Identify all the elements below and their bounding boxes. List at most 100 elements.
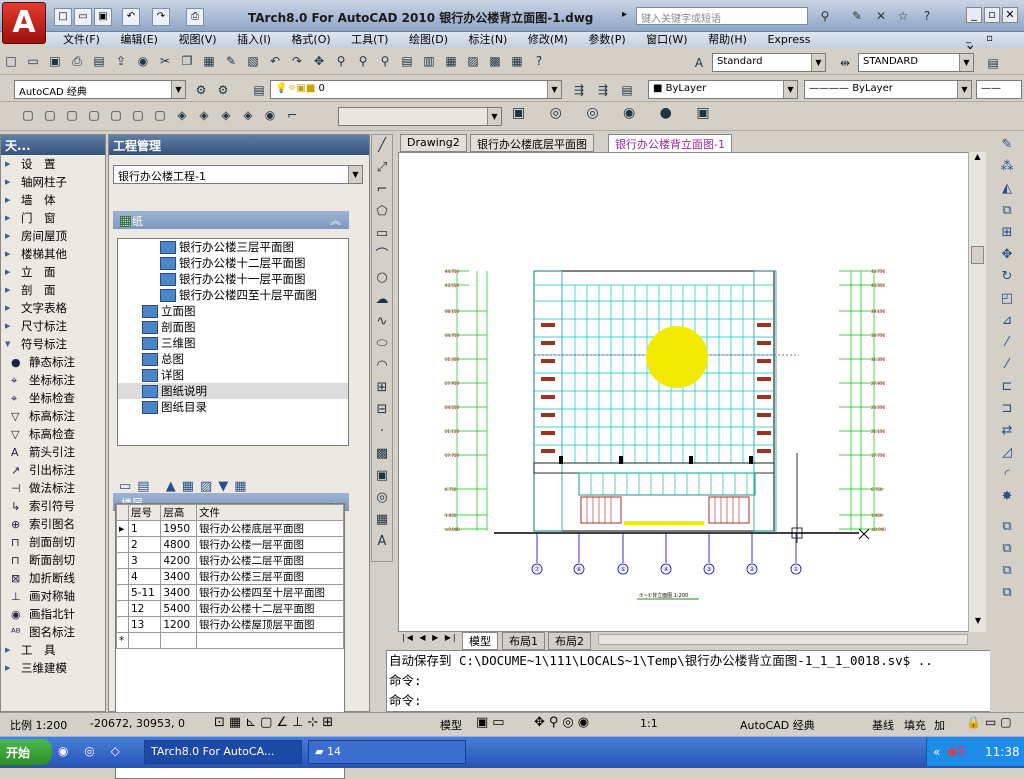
- tarch-cmd-elevation-check[interactable]: ▽ 标高检查: [1, 425, 105, 443]
- spline-icon[interactable]: ∿: [372, 311, 392, 333]
- tarch-item-room-roof[interactable]: ▶ 房间屋顶: [1, 227, 105, 245]
- torus-icon[interactable]: ▢: [106, 105, 126, 125]
- draworder-under-icon[interactable]: ⧉: [990, 582, 1024, 604]
- explode-icon[interactable]: ✸: [990, 486, 1024, 508]
- workspace-switch[interactable]: AutoCAD 经典: [740, 717, 815, 733]
- help-icon[interactable]: ?: [918, 8, 936, 25]
- menu-format[interactable]: 格式(O): [291, 32, 330, 48]
- offset-icon[interactable]: ⧉: [990, 200, 1024, 222]
- tray-expand-icon[interactable]: «: [933, 745, 940, 759]
- tarch-item-door-window[interactable]: ▶ 门 窗: [1, 209, 105, 227]
- tarch-cmd-north-arrow[interactable]: ◉ 画指北针: [1, 605, 105, 623]
- status-tray-icons[interactable]: 🔒▭▢: [966, 715, 1016, 729]
- chevron-down-icon[interactable]: ▼: [171, 81, 185, 98]
- plot-icon[interactable]: ⎙: [67, 51, 87, 71]
- help-toolbar-icon[interactable]: ?: [529, 51, 549, 71]
- insert-block-icon[interactable]: ⊞: [372, 377, 392, 399]
- navigation-tools[interactable]: ✥⚲◎◉: [534, 715, 593, 730]
- tarch-cmd-symmetry-axis[interactable]: ⊥ 画对称轴: [1, 587, 105, 605]
- layer-manager-icon[interactable]: ▤: [249, 80, 269, 100]
- zoom-previous-icon[interactable]: ⚲: [375, 51, 395, 71]
- layer-previous-icon[interactable]: ⇶: [593, 80, 613, 100]
- tarch-cmd-coord-check[interactable]: ⌖ 坐标检查: [1, 389, 105, 407]
- erase-icon[interactable]: ✎: [990, 134, 1024, 156]
- color-select[interactable]: ■ ByLayer ▼: [648, 80, 798, 99]
- pan-icon[interactable]: ✥: [309, 51, 329, 71]
- wedge-icon[interactable]: ▢: [128, 105, 148, 125]
- named-view-select[interactable]: ▼: [338, 107, 502, 126]
- close-icon[interactable]: ✕: [1002, 7, 1018, 23]
- tarch-cmd-coord-mark[interactable]: ⌖ 坐标标注: [1, 371, 105, 389]
- cylinder-icon[interactable]: ▢: [40, 105, 60, 125]
- table-row[interactable]: 2 4800 银行办公楼一层平面图: [116, 536, 345, 553]
- drawings-section-header[interactable]: 图纸 ︽: [113, 211, 349, 229]
- presspull-icon[interactable]: ◉: [260, 105, 280, 125]
- block-editor-icon[interactable]: ▧: [243, 51, 263, 71]
- mirror-icon[interactable]: ◭: [990, 178, 1024, 200]
- undo-icon[interactable]: ↶: [122, 8, 140, 26]
- tab-rear-elevation[interactable]: 银行办公楼背立面图-1: [608, 134, 732, 152]
- properties-icon[interactable]: ▤: [397, 51, 417, 71]
- tarch-item-settings[interactable]: ▶ 设 置: [1, 155, 105, 173]
- tab-ground-floor-plan[interactable]: 银行办公楼底层平面图: [470, 134, 594, 152]
- paste-icon[interactable]: ▦: [199, 51, 219, 71]
- minimize-icon[interactable]: _: [966, 7, 982, 23]
- draworder-back-icon[interactable]: ⧉: [990, 538, 1024, 560]
- loft-icon[interactable]: ◈: [238, 105, 258, 125]
- restore-icon[interactable]: ▫: [984, 7, 1000, 23]
- menu-draw[interactable]: 绘图(D): [409, 32, 448, 48]
- chevron-down-icon[interactable]: ▼: [348, 166, 362, 183]
- tab-layout2[interactable]: 布局2: [548, 632, 591, 650]
- tarch-cmd-section-cut[interactable]: ⊓ 剖面剖切: [1, 533, 105, 551]
- preview-icon[interactable]: ▤: [89, 51, 109, 71]
- menu-modify[interactable]: 修改(M): [528, 32, 568, 48]
- make-block-icon[interactable]: ⊟: [372, 399, 392, 421]
- tarch-item-section[interactable]: ▶ 剖 面: [1, 281, 105, 299]
- table-icon[interactable]: ▦: [372, 509, 392, 531]
- tarch-cmd-elevation-mark[interactable]: ▽ 标高标注: [1, 407, 105, 425]
- tarch-cmd-index-name[interactable]: ⊕ 索引图名: [1, 515, 105, 533]
- workspace-select[interactable]: AutoCAD 经典 ▼: [14, 80, 186, 99]
- render-tools[interactable]: ▣ ◎ ◎ ◉ ● ▣: [512, 105, 720, 121]
- calculator-icon[interactable]: ▦: [507, 51, 527, 71]
- extrude-icon[interactable]: ◈: [172, 105, 192, 125]
- draworder-above-icon[interactable]: ⧉: [990, 560, 1024, 582]
- fillet-icon[interactable]: ◜: [990, 464, 1024, 486]
- gradient-icon[interactable]: ▣: [372, 465, 392, 487]
- tray-app-icon[interactable]: ◉S: [947, 744, 965, 758]
- task-autocad[interactable]: TArch8.0 For AutoCA...: [144, 740, 302, 764]
- stretch-icon[interactable]: ⊿: [990, 310, 1024, 332]
- collapse-icon[interactable]: ︽: [330, 212, 341, 228]
- open-icon[interactable]: ▭: [23, 51, 43, 71]
- revolve-icon[interactable]: ◈: [194, 105, 214, 125]
- tree-node-site[interactable]: 总图: [118, 351, 348, 367]
- match-prop-icon[interactable]: ✎: [221, 51, 241, 71]
- circle-icon[interactable]: ○: [372, 267, 392, 289]
- tree-node-catalog[interactable]: 图纸目录: [118, 399, 348, 415]
- point-icon[interactable]: ·: [372, 421, 392, 443]
- tree-node-floor11[interactable]: 银行办公楼十一层平面图: [118, 271, 348, 287]
- menu-edit[interactable]: 编辑(E): [120, 32, 158, 48]
- design-center-icon[interactable]: ▥: [419, 51, 439, 71]
- layer-state-icon[interactable]: ▤: [617, 80, 637, 100]
- drafting-toggles[interactable]: ⊡▦⊾▢∠⊥⊹⊞: [214, 715, 337, 730]
- tarch-item-text-table[interactable]: ▶ 文字表格: [1, 299, 105, 317]
- menu-parametric[interactable]: 参数(P): [588, 32, 625, 48]
- sphere-icon[interactable]: ▢: [84, 105, 104, 125]
- ellipse-icon[interactable]: ⬭: [372, 333, 392, 355]
- chevron-down-icon[interactable]: ▼: [547, 81, 561, 98]
- tool-palettes-icon[interactable]: ▦: [441, 51, 461, 71]
- project-select[interactable]: 银行办公楼工程-1 ▼: [113, 165, 363, 184]
- workspace-settings-icon[interactable]: ⚙: [191, 80, 211, 100]
- tarch-cmd-index-symbol[interactable]: ↳ 索引符号: [1, 497, 105, 515]
- polyline-icon[interactable]: ⌐: [372, 179, 392, 201]
- ellipse-arc-icon[interactable]: ◠: [372, 355, 392, 377]
- tools-icon[interactable]: ✎: [848, 8, 866, 25]
- start-button[interactable]: 开始: [0, 739, 52, 765]
- chevron-down-icon[interactable]: ▼: [811, 54, 825, 71]
- menu-view[interactable]: 视图(V): [178, 32, 216, 48]
- dim-style-icon[interactable]: ⇹: [835, 53, 855, 73]
- dim-style-select[interactable]: STANDARD ▼: [858, 53, 974, 72]
- chamfer-icon[interactable]: ◿: [990, 442, 1024, 464]
- tarch-item-tools[interactable]: ▶ 工 具: [1, 641, 105, 659]
